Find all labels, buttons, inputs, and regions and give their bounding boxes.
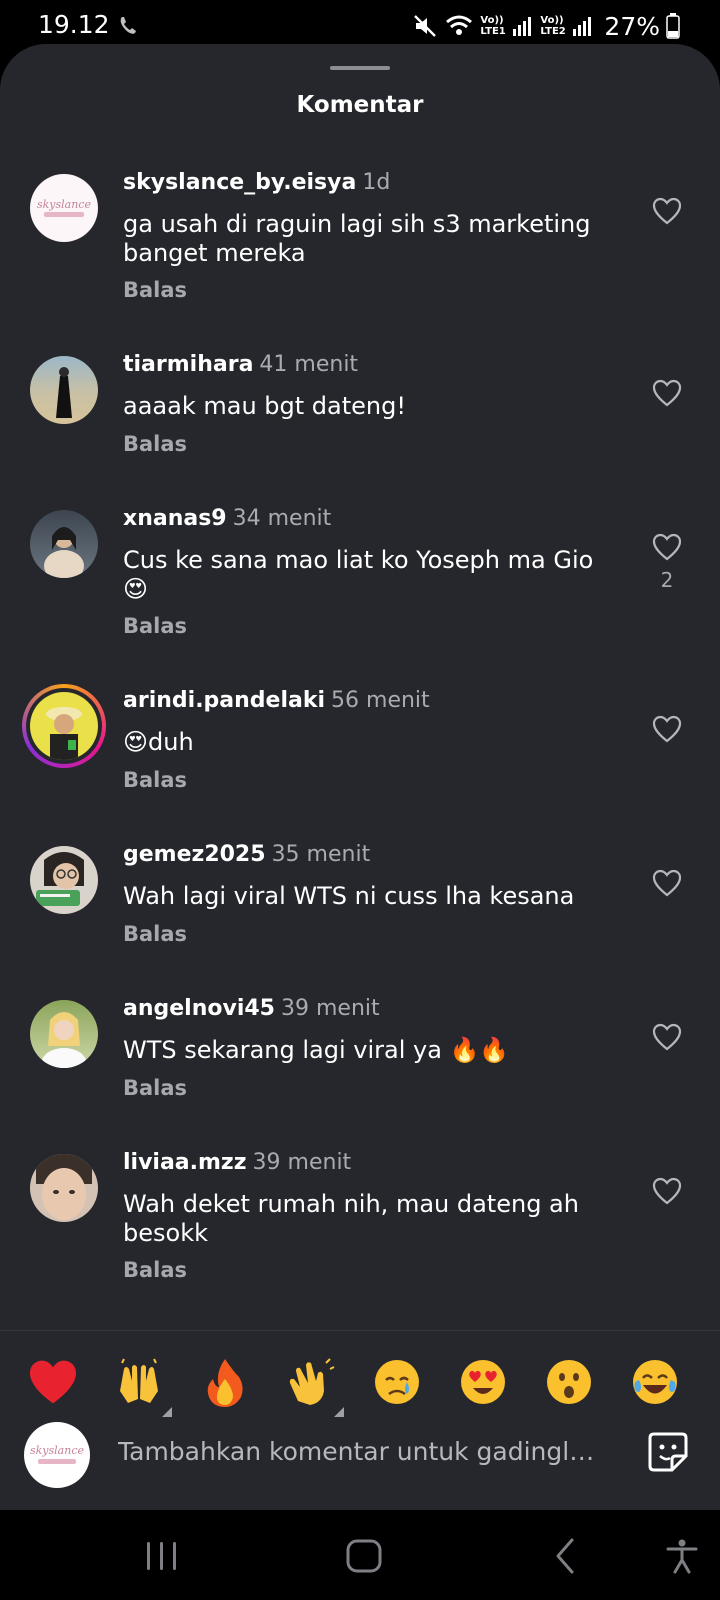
back-icon[interactable]: [546, 1536, 586, 1576]
mute-icon: [414, 15, 437, 37]
heart-icon[interactable]: [652, 1177, 682, 1205]
surprised-face-icon[interactable]: [542, 1355, 596, 1409]
wifi-icon: [446, 15, 473, 35]
avatar[interactable]: [30, 510, 98, 578]
accessibility-icon[interactable]: [662, 1536, 702, 1576]
reply-button[interactable]: Balas: [123, 922, 187, 946]
comment-time: 39 menit: [252, 1150, 352, 1175]
status-icons: Vo)) LTE1 Vo)) LTE2 27%: [412, 8, 680, 44]
comment-input-row: skyslance Tambahkan komentar untuk gadin…: [0, 1420, 720, 1510]
avatar[interactable]: [30, 846, 98, 914]
comment-time: 1d: [362, 170, 391, 195]
comment-time: 56 menit: [331, 688, 430, 713]
signal-icon-2: [573, 17, 592, 36]
battery-percent: 27%: [604, 11, 660, 41]
raising-hands-icon[interactable]: [112, 1355, 166, 1409]
reply-button[interactable]: Balas: [123, 278, 187, 302]
status-time: 19.12: [38, 10, 110, 39]
tears-of-joy-icon[interactable]: [628, 1355, 682, 1409]
call-icon: [120, 17, 136, 34]
heart-icon[interactable]: [652, 197, 682, 225]
comment-username[interactable]: xnanas9: [123, 506, 227, 531]
current-user-avatar: skyslance: [24, 1422, 90, 1488]
lte1-label: Vo)) LTE1: [480, 15, 506, 37]
emoji-reaction-bar: [0, 1330, 720, 1421]
heart-icon[interactable]: [652, 533, 682, 561]
comment-username[interactable]: skyslance_by.eisya: [123, 170, 356, 195]
story-ring[interactable]: [22, 684, 106, 768]
comment-text: 😍duh: [123, 728, 194, 756]
fire-icon[interactable]: [198, 1355, 252, 1409]
comment-time: 39 menit: [281, 996, 380, 1021]
variant-indicator: [334, 1407, 344, 1417]
sticker-icon[interactable]: [646, 1430, 690, 1474]
comment-time: 34 menit: [232, 506, 332, 531]
heart-icon[interactable]: [652, 1023, 682, 1051]
svg-text:skyslance: skyslance: [37, 198, 91, 211]
lte2-label: Vo)) LTE2: [540, 15, 566, 37]
comment-time: 35 menit: [271, 842, 371, 867]
comment-time: 41 menit: [259, 352, 359, 377]
comment-text: ga usah di raguin lagi sih s3 marketing …: [123, 210, 591, 267]
avatar[interactable]: [30, 356, 98, 424]
heart-eyes-icon[interactable]: [456, 1355, 510, 1409]
svg-text:skyslance: skyslance: [30, 1444, 84, 1457]
home-icon[interactable]: [344, 1536, 384, 1576]
comment-username[interactable]: tiarmihara: [123, 352, 253, 377]
reply-button[interactable]: Balas: [123, 1258, 187, 1282]
comments-sheet: Komentar skyslance skyslance_by.eisya 1d …: [0, 44, 720, 1510]
comment-username[interactable]: liviaa.mzz: [123, 1150, 247, 1175]
like-count: 2: [660, 568, 674, 592]
comment-text: Wah deket rumah nih, mau dateng ah besok…: [123, 1190, 579, 1247]
sheet-title: Komentar: [296, 92, 424, 118]
battery-icon: [666, 13, 680, 39]
crying-face-icon[interactable]: [370, 1355, 424, 1409]
reply-button[interactable]: Balas: [123, 614, 187, 638]
comment-username[interactable]: angelnovi45: [123, 996, 275, 1021]
heart-icon[interactable]: [652, 715, 682, 743]
comment-input[interactable]: Tambahkan komentar untuk gadinglyfe...: [118, 1437, 608, 1466]
drag-handle[interactable]: [330, 66, 390, 70]
navigation-bar: [0, 1510, 720, 1600]
avatar[interactable]: [30, 1154, 98, 1222]
heart-icon[interactable]: [652, 379, 682, 407]
variant-indicator: [162, 1407, 172, 1417]
comment-text: WTS sekarang lagi viral ya 🔥🔥: [123, 1036, 510, 1064]
comment-text: Cus ke sana mao liat ko Yoseph ma Gio 😍: [123, 546, 594, 603]
avatar[interactable]: [30, 692, 98, 760]
comment-text: aaaak mau bgt dateng!: [123, 392, 406, 420]
avatar[interactable]: [30, 1000, 98, 1068]
reply-button[interactable]: Balas: [123, 1076, 187, 1100]
clapping-hands-icon[interactable]: [284, 1355, 338, 1409]
heart-icon[interactable]: [652, 869, 682, 897]
reply-button[interactable]: Balas: [123, 768, 187, 792]
avatar[interactable]: skyslance: [30, 174, 98, 242]
recent-apps-icon[interactable]: [142, 1536, 182, 1576]
comment-username[interactable]: gemez2025: [123, 842, 266, 867]
comment-text: Wah lagi viral WTS ni cuss lha kesana: [123, 882, 575, 910]
signal-icon: [513, 17, 532, 36]
comment-username[interactable]: arindi.pandelaki: [123, 688, 325, 713]
reply-button[interactable]: Balas: [123, 432, 187, 456]
red-heart-icon[interactable]: [26, 1355, 80, 1409]
